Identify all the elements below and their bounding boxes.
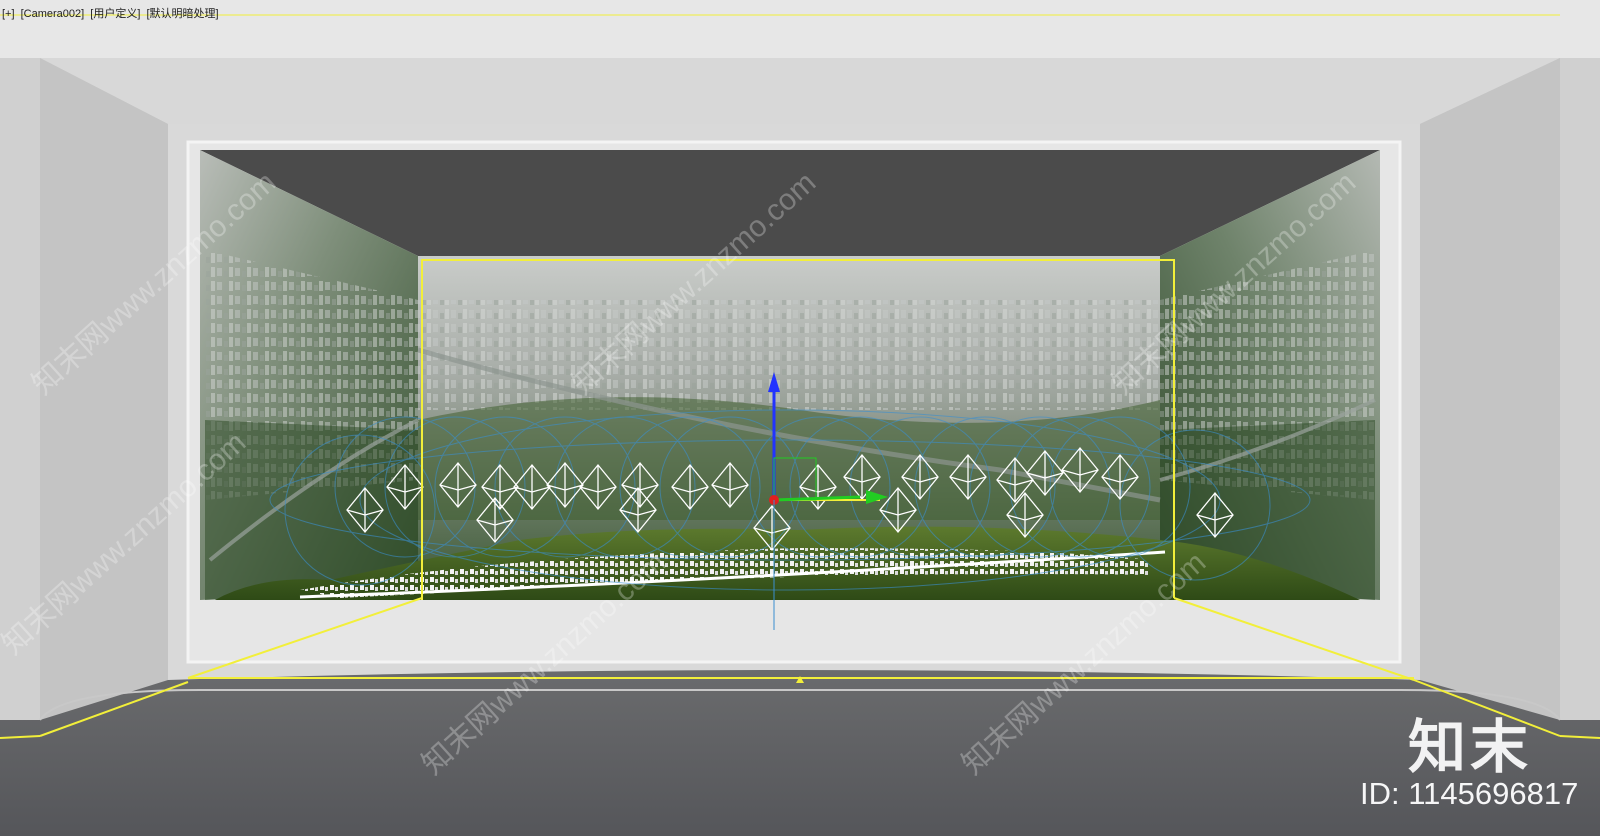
scene-render	[0, 0, 1600, 836]
viewport-shading-label[interactable]: [默认明暗处理]	[146, 8, 218, 20]
viewport-view-label[interactable]: [用户定义]	[90, 8, 140, 20]
3d-viewport[interactable]: [+] [Camera002] [用户定义] [默认明暗处理] 知末网www.z…	[0, 0, 1600, 836]
viewport-camera-label[interactable]: [Camera002]	[21, 8, 85, 20]
watermark-id: ID: 1145696817	[1360, 776, 1579, 811]
viewport-menu-plus[interactable]: [+]	[2, 8, 15, 20]
watermark-logo: 知末	[1408, 713, 1533, 781]
viewport-label[interactable]: [+] [Camera002] [用户定义] [默认明暗处理]	[2, 5, 222, 21]
viewport-top-strip	[0, 0, 1600, 58]
